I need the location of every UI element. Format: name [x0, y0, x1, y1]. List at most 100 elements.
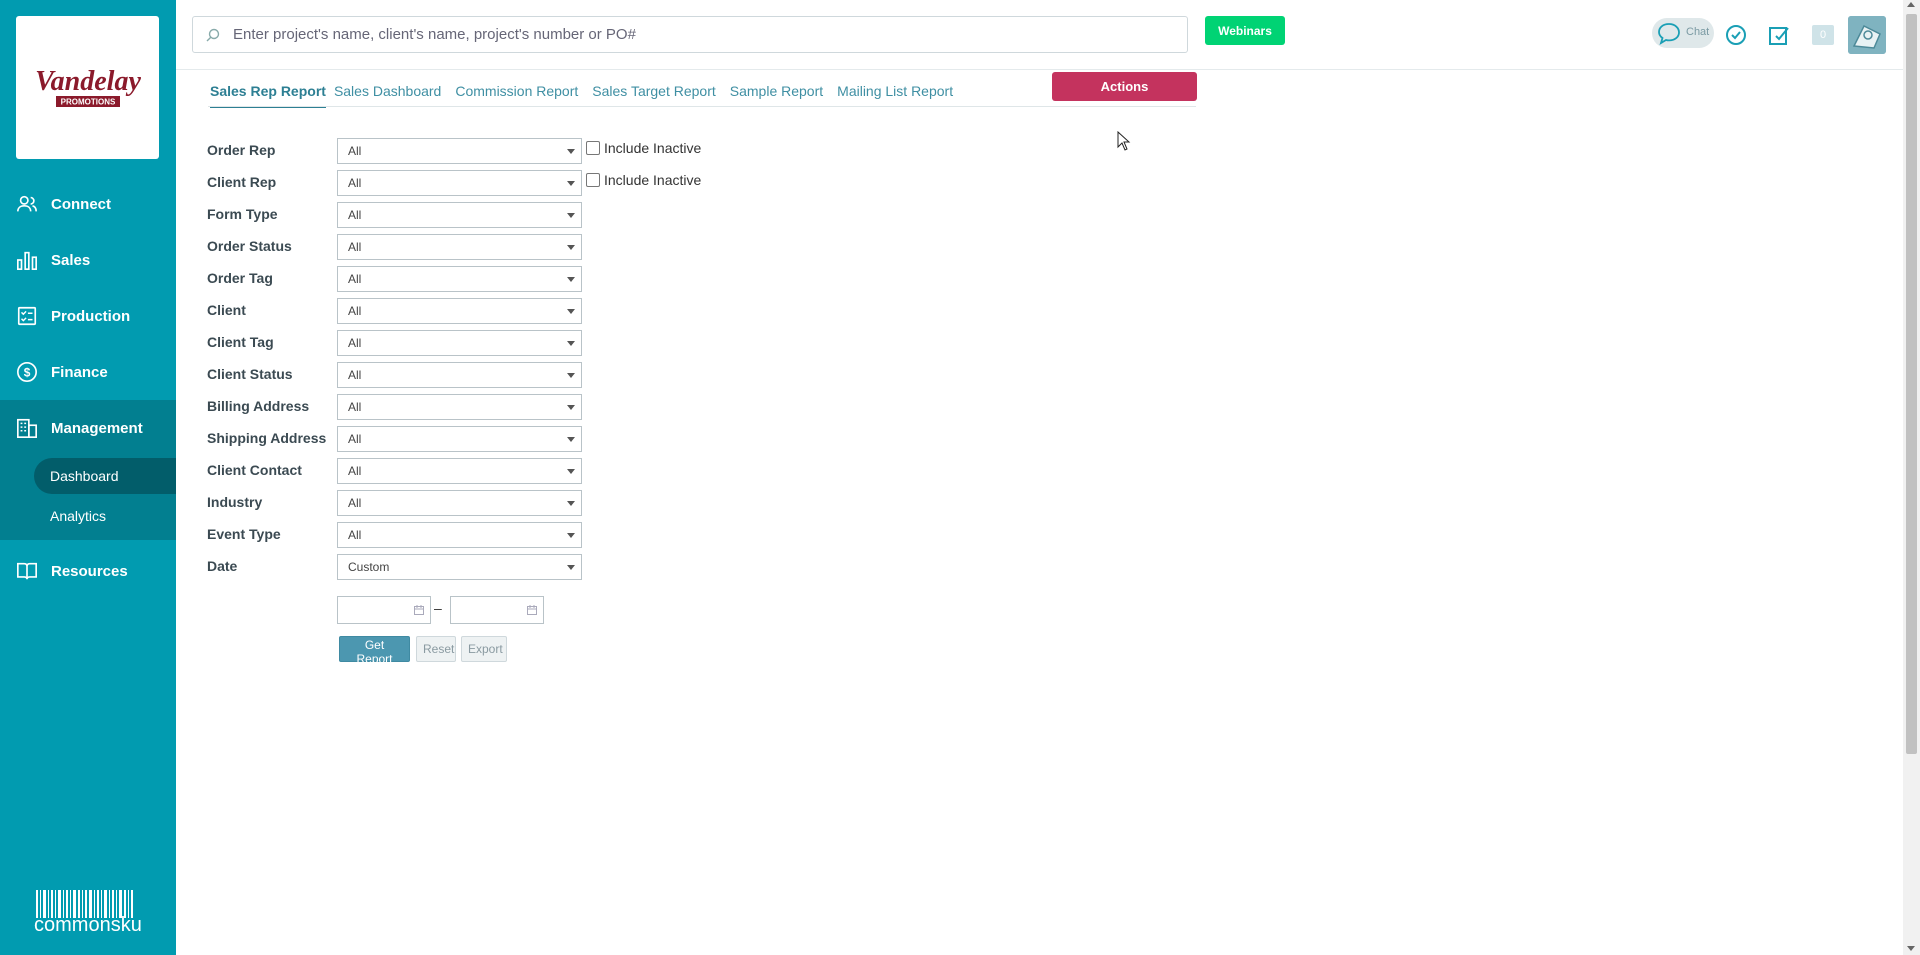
chevron-down-icon: [567, 405, 575, 410]
commonsku-logo: commonsku: [34, 888, 142, 940]
select-value: All: [348, 432, 362, 446]
bar-chart-icon: [17, 251, 37, 270]
order-status-select[interactable]: All: [337, 234, 582, 260]
tab-sample-report[interactable]: Sample Report: [730, 80, 823, 106]
calendar-icon: [414, 605, 424, 615]
scroll-down-arrow-icon[interactable]: [1907, 946, 1915, 951]
avatar-image-icon: [1848, 16, 1886, 54]
search-input[interactable]: [231, 25, 1175, 44]
clipboard-icon: [17, 306, 37, 326]
select-value: All: [348, 240, 362, 254]
form-type-select[interactable]: All: [337, 202, 582, 228]
svg-text:$: $: [24, 366, 31, 380]
chevron-down-icon: [567, 341, 575, 346]
chat-button[interactable]: Chat: [1652, 18, 1714, 48]
filter-label: Order Status: [207, 238, 292, 254]
client-tag-select[interactable]: All: [337, 330, 582, 356]
sidebar-item-finance[interactable]: $ Finance: [0, 346, 176, 398]
sidebar-subitem-analytics[interactable]: Analytics: [34, 498, 176, 534]
avatar[interactable]: [1848, 16, 1886, 54]
client-select[interactable]: All: [337, 298, 582, 324]
sidebar-item-sales[interactable]: Sales: [0, 234, 176, 286]
tab-sales-dashboard[interactable]: Sales Dashboard: [334, 80, 441, 106]
svg-text:PROMOTIONS: PROMOTIONS: [60, 97, 115, 106]
order-tag-select[interactable]: All: [337, 266, 582, 292]
order-rep-include-inactive[interactable]: Include Inactive: [586, 138, 701, 158]
notification-badge[interactable]: 0: [1812, 25, 1834, 45]
sidebar-subitem-label: Dashboard: [50, 468, 119, 484]
filter-label: Order Tag: [207, 270, 273, 286]
end-date-input[interactable]: [450, 596, 544, 624]
event-type-select[interactable]: All: [337, 522, 582, 548]
scrollbar-thumb[interactable]: [1906, 14, 1917, 754]
sidebar-item-label: Finance: [51, 363, 108, 381]
shipping-address-select[interactable]: All: [337, 426, 582, 452]
sidebar-item-label: Production: [51, 307, 131, 325]
client-rep-include-inactive[interactable]: Include Inactive: [586, 170, 701, 190]
date-range-separator: –: [434, 600, 442, 616]
webinars-button[interactable]: Webinars: [1205, 16, 1285, 45]
billing-address-select[interactable]: All: [337, 394, 582, 420]
sidebar-item-label: Sales: [51, 251, 91, 269]
tasks-button[interactable]: [1725, 24, 1747, 51]
client-status-select[interactable]: All: [337, 362, 582, 388]
date-range-select[interactable]: Custom: [337, 554, 582, 580]
select-value: All: [348, 464, 362, 478]
chevron-down-icon: [567, 149, 575, 154]
search-bar[interactable]: [192, 16, 1188, 53]
notes-button[interactable]: [1768, 24, 1790, 51]
filter-label: Client Contact: [207, 462, 302, 478]
scroll-up-arrow-icon[interactable]: [1907, 2, 1915, 7]
tab-mailing-list-report[interactable]: Mailing List Report: [837, 80, 953, 106]
export-button[interactable]: Export: [461, 636, 507, 662]
select-value: All: [348, 272, 362, 286]
sidebar-subitem-dashboard[interactable]: Dashboard: [34, 458, 176, 494]
order-rep-select[interactable]: All: [337, 138, 582, 164]
management-section: Management Dashboard Analytics: [0, 400, 176, 540]
tab-sales-rep-report[interactable]: Sales Rep Report: [210, 80, 326, 108]
sidebar-item-label: Resources: [51, 562, 128, 580]
chat-bubble-icon: [1658, 23, 1680, 45]
chevron-down-icon: [567, 373, 575, 378]
include-inactive-label: Include Inactive: [604, 172, 702, 188]
include-inactive-checkbox[interactable]: [586, 141, 600, 155]
edit-square-icon: [1769, 27, 1789, 45]
vandelay-logo-icon: Vandelay PROMOTIONS: [35, 66, 141, 107]
users-icon: [17, 195, 37, 212]
search-icon: [206, 28, 220, 41]
header-divider: [176, 69, 1920, 70]
commonsku-wordmark: commonsku: [34, 914, 142, 936]
industry-select[interactable]: All: [337, 490, 582, 516]
sidebar-item-production[interactable]: Production: [0, 290, 176, 342]
svg-text:Vandelay: Vandelay: [35, 66, 141, 97]
building-icon: [17, 418, 37, 438]
book-icon: [17, 562, 37, 580]
mouse-cursor-icon: [1117, 131, 1131, 151]
start-date-input[interactable]: [337, 596, 431, 624]
sidebar-subitem-label: Analytics: [50, 508, 107, 524]
actions-button[interactable]: Actions: [1052, 72, 1197, 101]
tab-commission-report[interactable]: Commission Report: [455, 80, 578, 106]
chat-label: Chat: [1686, 26, 1710, 38]
tabs-divider: [208, 106, 1196, 107]
reset-button[interactable]: Reset: [416, 636, 456, 662]
company-logo[interactable]: Vandelay PROMOTIONS: [16, 16, 159, 159]
client-rep-select[interactable]: All: [337, 170, 582, 196]
include-inactive-label: Include Inactive: [604, 140, 702, 156]
sidebar: Vandelay PROMOTIONS Connect Sales Produc…: [0, 0, 176, 955]
sidebar-item-management[interactable]: Management: [0, 402, 176, 454]
client-contact-select[interactable]: All: [337, 458, 582, 484]
chevron-down-icon: [567, 309, 575, 314]
tab-sales-target-report[interactable]: Sales Target Report: [592, 80, 715, 106]
chevron-down-icon: [567, 437, 575, 442]
select-value: All: [348, 304, 362, 318]
select-value: All: [348, 144, 362, 158]
include-inactive-checkbox[interactable]: [586, 173, 600, 187]
filter-label: Client: [207, 302, 246, 318]
filter-label: Billing Address: [207, 398, 310, 414]
sidebar-item-resources[interactable]: Resources: [0, 545, 176, 597]
get-report-button[interactable]: Get Report: [339, 636, 410, 666]
filter-label: Date: [207, 558, 238, 574]
sidebar-item-connect[interactable]: Connect: [0, 178, 176, 230]
report-tabs: Sales Rep Report Sales Dashboard Commiss…: [210, 80, 967, 108]
